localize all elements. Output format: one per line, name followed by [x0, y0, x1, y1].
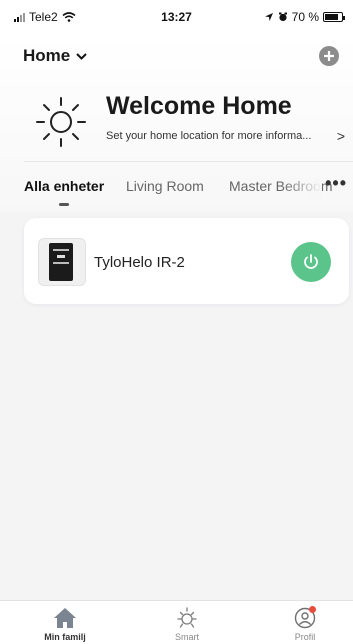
header-divider: [24, 161, 353, 162]
battery-fill: [325, 14, 338, 20]
location-arrow-icon: [264, 13, 273, 21]
plus-icon: [324, 51, 334, 61]
more-tabs-button[interactable]: •••: [325, 173, 347, 194]
tab-living-room[interactable]: Living Room: [126, 178, 204, 194]
tabbar-label-profil: Profil: [294, 632, 316, 642]
bottom-tab-bar: Min familj Smart Profil: [0, 600, 353, 644]
sun-icon: [177, 607, 197, 628]
tabs-fade: [282, 178, 322, 200]
set-location-link[interactable]: Set your home location for more informa.…: [106, 130, 336, 142]
tab-alla-enheter[interactable]: Alla enheter: [24, 178, 104, 194]
battery-icon: [323, 12, 345, 22]
sauna-control-panel-image: [49, 243, 73, 281]
home-icon: [54, 608, 76, 628]
room-tabs: Alla enheter Living Room Master Bedroom …: [0, 173, 353, 212]
alarm-icon: [278, 12, 287, 22]
power-icon: [304, 254, 318, 269]
weather-sun-icon: [36, 97, 86, 147]
tabbar-profil[interactable]: Profil: [265, 601, 345, 644]
tabbar-label-smart: Smart: [174, 632, 199, 642]
status-right: 70 %: [264, 10, 345, 24]
chevron-down-icon: [76, 52, 87, 60]
tabbar-smart[interactable]: Smart: [147, 601, 227, 644]
tabbar-label-min-familj: Min familj: [44, 632, 86, 642]
chevron-right-icon[interactable]: >: [337, 128, 345, 144]
device-power-button[interactable]: [291, 242, 331, 282]
device-card[interactable]: TyloHelo IR-2: [24, 218, 349, 304]
battery-percent: 70 %: [291, 10, 319, 24]
notification-dot: [309, 606, 316, 613]
tabbar-min-familj[interactable]: Min familj: [25, 601, 105, 644]
home-label: Home: [23, 46, 71, 65]
device-name: TyloHelo IR-2: [94, 254, 185, 271]
add-device-button[interactable]: [319, 46, 339, 66]
home-selector[interactable]: Home: [23, 46, 87, 66]
welcome-title: Welcome Home: [106, 92, 292, 120]
active-tab-indicator: [59, 203, 69, 206]
home-header: Home Welcome Home Set your home location…: [0, 34, 353, 212]
app-screen: Tele2 13:27 70 % Home Welcome Home Set y…: [0, 0, 353, 644]
device-thumbnail: [38, 238, 86, 286]
status-bar: Tele2 13:27 70 %: [0, 0, 353, 34]
